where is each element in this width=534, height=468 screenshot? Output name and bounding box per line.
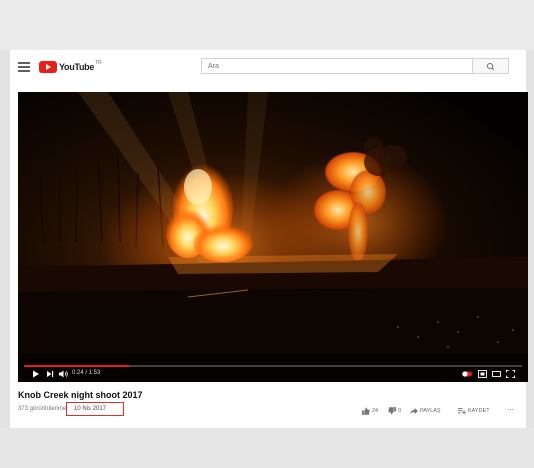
- time-display: 0:24 / 1:53: [72, 370, 101, 376]
- add-to-playlist-icon: [458, 408, 466, 415]
- video-frame: [18, 92, 528, 382]
- search-input[interactable]: [201, 58, 473, 74]
- thumbs-down-icon: [388, 407, 396, 415]
- volume-icon[interactable]: [59, 370, 69, 378]
- fullscreen-icon[interactable]: [506, 370, 515, 378]
- share-button[interactable]: PAYLAŞ: [410, 406, 441, 416]
- more-icon[interactable]: ...: [507, 402, 514, 412]
- video-player[interactable]: 0:24 / 1:53: [18, 92, 528, 382]
- view-count: 373 görüntülenme: [18, 406, 67, 412]
- top-background: [0, 0, 534, 50]
- save-button[interactable]: KAYDET: [458, 406, 490, 416]
- player-controls: 0:24 / 1:53: [18, 362, 528, 382]
- subtitles-icon[interactable]: [478, 370, 487, 378]
- autoplay-toggle-icon[interactable]: [462, 370, 474, 378]
- search-button[interactable]: [473, 58, 509, 74]
- logo-text: YouTube: [59, 62, 95, 72]
- masthead: YouTube TR: [10, 50, 526, 84]
- next-icon[interactable]: [46, 370, 54, 378]
- logo-country-code: TR: [95, 60, 102, 66]
- share-icon: [410, 408, 418, 415]
- dislike-count: 0: [398, 408, 402, 414]
- theater-icon[interactable]: [492, 370, 501, 378]
- youtube-page: YouTube TR Ara 0:24 / 1:53 Knob Creek ni…: [10, 50, 528, 428]
- search-icon: [486, 62, 495, 71]
- like-count: 24: [372, 408, 379, 414]
- share-label: PAYLAŞ: [420, 408, 441, 414]
- play-icon[interactable]: [32, 370, 40, 378]
- dislike-button[interactable]: 0: [388, 406, 401, 416]
- progress-bar[interactable]: [24, 365, 522, 367]
- youtube-logo[interactable]: YouTube TR: [39, 60, 102, 74]
- upload-date: 10 Nis 2017: [74, 406, 107, 412]
- like-button[interactable]: 24: [362, 406, 378, 416]
- youtube-logo-icon: [39, 61, 57, 73]
- video-title: Knob Creek night shoot 2017: [18, 390, 143, 400]
- menu-icon[interactable]: [18, 62, 30, 72]
- bottom-background: [0, 428, 534, 468]
- progress-played: [24, 365, 129, 367]
- thumbs-up-icon: [362, 407, 370, 415]
- save-label: KAYDET: [468, 408, 490, 414]
